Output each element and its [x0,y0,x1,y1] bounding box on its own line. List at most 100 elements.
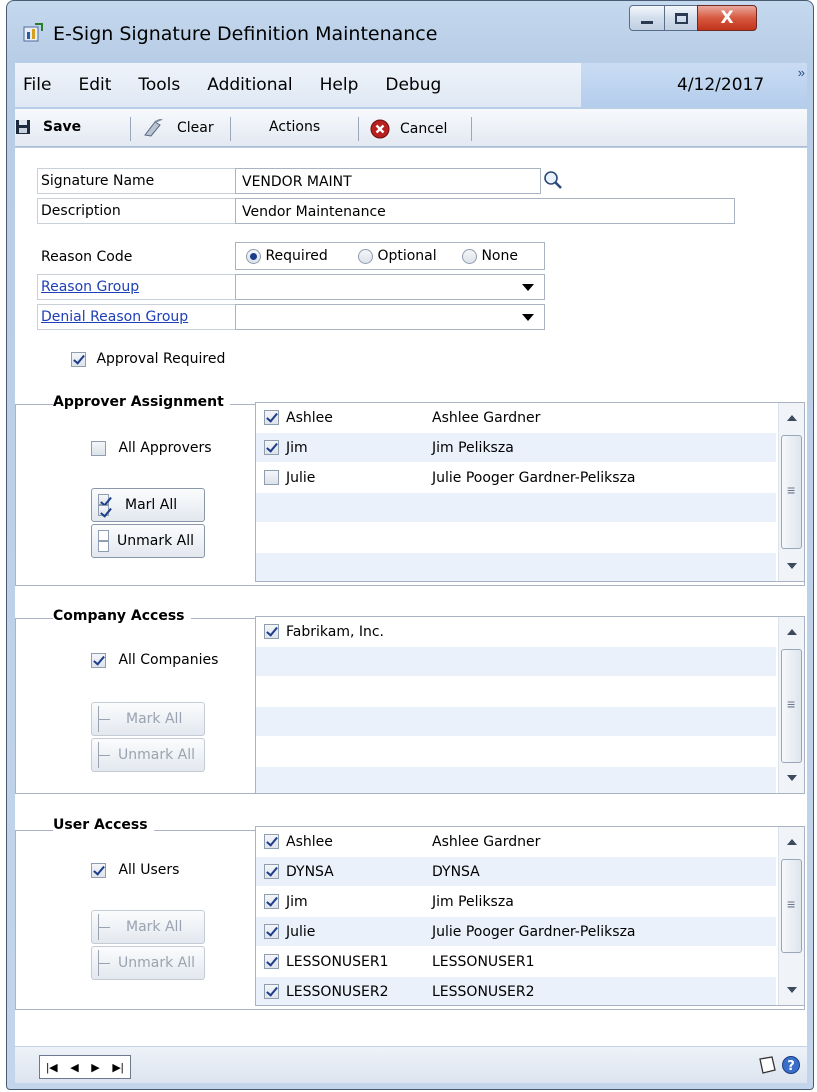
chevron-right-icon[interactable]: » [798,65,805,80]
scroll-up-icon[interactable] [787,629,797,635]
menu-help[interactable]: Help [320,75,359,95]
unmark-all-users-button[interactable]: Unmark All [91,946,205,980]
row-name: Julie Pooger Gardner-Peliksza [432,923,636,940]
radio-required[interactable]: Required [246,248,328,264]
table-row[interactable]: LESSONUSER2 LESSONUSER2 [256,977,776,1005]
maximize-button[interactable] [664,5,698,31]
row-id: Ashlee [286,409,333,426]
mark-all-approvers-button[interactable]: Marl All [91,488,205,522]
table-row[interactable]: Fabrikam, Inc. [256,617,776,647]
all-companies-checkbox[interactable]: All Companies [91,652,218,668]
scroll-thumb[interactable] [781,859,802,953]
denial-reason-group-link[interactable]: Denial Reason Group [41,309,188,325]
table-row[interactable]: Ashlee Ashlee Gardner [256,827,776,857]
user-scrollbar[interactable] [778,827,804,1005]
scroll-thumb[interactable] [781,649,802,763]
user-date-text: 4/12/2017 [677,75,765,95]
save-button[interactable]: Save [15,119,81,135]
all-companies-check[interactable] [91,652,106,668]
table-row[interactable]: Julie Julie Pooger Gardner-Peliksza [256,463,776,493]
scroll-up-icon[interactable] [787,415,797,421]
row-name: Ashlee Gardner [432,409,541,426]
close-button[interactable]: X [697,5,757,31]
row-checkbox[interactable] [264,864,279,879]
mark-all-users-button[interactable]: Mark All [91,910,205,944]
row-checkbox[interactable] [264,834,279,849]
user-list[interactable]: Ashlee Ashlee Gardner DYNSA DYNSA Jim Jim P… [255,826,805,1006]
actions-button[interactable]: Actions [269,119,320,135]
scroll-down-icon[interactable] [787,987,797,993]
mark-all-companies-button[interactable]: Mark All [91,702,205,736]
window-title: E-Sign Signature Definition Maintenance [53,23,438,45]
description-field[interactable]: Vendor Maintenance [235,198,735,224]
note-icon[interactable] [757,1055,777,1075]
row-checkbox[interactable] [264,440,279,455]
reason-group-dropdown[interactable] [235,274,545,300]
all-users-label: All Users [118,862,180,878]
dropdown-icon[interactable] [522,314,534,321]
scroll-down-icon[interactable] [787,563,797,569]
radio-none-button[interactable] [462,248,477,264]
approval-required-check[interactable] [71,351,86,367]
menu-file[interactable]: File [23,75,51,95]
all-approvers-label: All Approvers [118,440,212,456]
all-users-check[interactable] [91,862,106,878]
radio-optional[interactable]: Optional [358,248,437,264]
menu-debug[interactable]: Debug [385,75,441,95]
radio-optional-button[interactable] [358,248,373,264]
cancel-button[interactable]: Cancel [370,119,447,139]
row-checkbox[interactable] [264,470,279,485]
reason-group-link[interactable]: Reason Group [41,279,139,295]
radio-none[interactable]: None [462,248,518,264]
clear-button[interactable]: Clear [143,119,214,137]
table-row[interactable]: Jim Jim Peliksza [256,433,776,463]
unmark-all-approvers-button[interactable]: Unmark All [91,524,205,558]
approval-required-checkbox[interactable]: Approval Required [71,351,225,367]
approver-list[interactable]: Ashlee Ashlee Gardner Jim Jim Peliksza Jul… [255,402,805,582]
approver-assignment-title: Approver Assignment [53,394,230,410]
scroll-thumb[interactable] [781,435,802,549]
radio-none-label: None [481,248,518,264]
row-checkbox[interactable] [264,954,279,969]
disabled-unmark-icon [98,742,112,768]
row-checkbox[interactable] [264,894,279,909]
row-id: LESSONUSER1 [286,953,389,970]
denial-reason-group-dropdown[interactable] [235,304,545,330]
menu-edit[interactable]: Edit [78,75,111,95]
approver-scrollbar[interactable] [778,403,804,581]
user-date[interactable]: 4/12/2017 » [581,63,807,107]
previous-record-icon[interactable]: ◀ [70,1061,78,1074]
first-record-icon[interactable]: |◀ [46,1061,57,1074]
row-checkbox[interactable] [264,410,279,425]
row-name: Ashlee Gardner [432,833,541,850]
minimize-button[interactable] [629,5,665,31]
next-record-icon[interactable]: ▶ [91,1061,99,1074]
last-record-icon[interactable]: ▶| [112,1061,123,1074]
help-icon[interactable]: ? [781,1055,801,1075]
row-checkbox[interactable] [264,984,279,999]
table-row[interactable]: Ashlee Ashlee Gardner [256,403,776,433]
empty-row [256,677,776,707]
maximize-icon [674,12,688,24]
company-scrollbar[interactable] [778,617,804,793]
signature-name-field[interactable]: VENDOR MAINT [235,168,541,194]
all-approvers-check[interactable] [91,440,106,456]
scroll-up-icon[interactable] [787,839,797,845]
scroll-down-icon[interactable] [787,775,797,781]
all-users-checkbox[interactable]: All Users [91,862,179,878]
menu-additional[interactable]: Additional [207,75,292,95]
table-row[interactable]: Julie Julie Pooger Gardner-Peliksza [256,917,776,947]
clear-label: Clear [177,120,214,136]
lookup-icon[interactable] [543,170,563,190]
row-checkbox[interactable] [264,924,279,939]
table-row[interactable]: Jim Jim Peliksza [256,887,776,917]
radio-required-button[interactable] [246,248,261,264]
all-approvers-checkbox[interactable]: All Approvers [91,440,212,456]
menu-tools[interactable]: Tools [138,75,180,95]
row-checkbox[interactable] [264,624,279,639]
unmark-all-companies-button[interactable]: Unmark All [91,738,205,772]
table-row[interactable]: LESSONUSER1 LESSONUSER1 [256,947,776,977]
dropdown-icon[interactable] [522,284,534,291]
company-list[interactable]: Fabrikam, Inc. [255,616,805,794]
table-row[interactable]: DYNSA DYNSA [256,857,776,887]
